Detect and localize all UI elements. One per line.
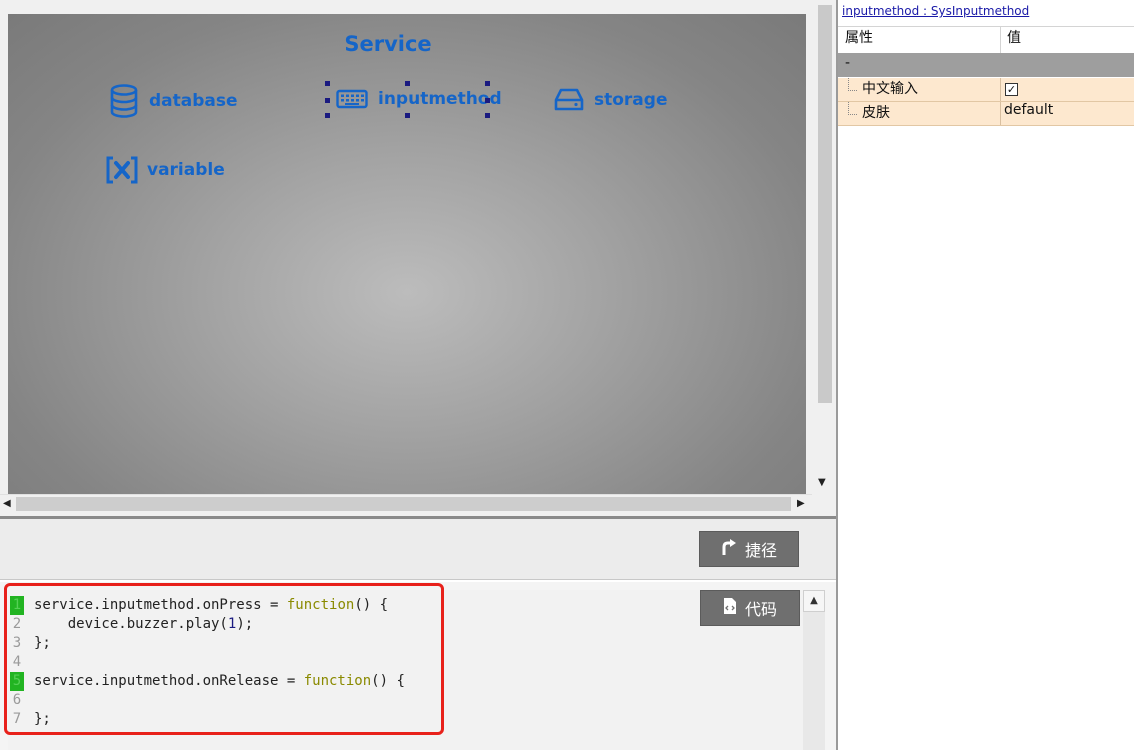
service-item-inputmethod[interactable]: inputmethod bbox=[336, 88, 502, 110]
column-divider bbox=[1000, 102, 1001, 125]
property-group-row[interactable]: - bbox=[838, 53, 1134, 77]
selection-handle-bottom-right[interactable] bbox=[485, 113, 490, 118]
keyboard-icon bbox=[336, 88, 368, 110]
selection-handle-top-left[interactable] bbox=[325, 81, 330, 86]
group-collapse-toggle[interactable]: - bbox=[845, 55, 850, 71]
object-type-link[interactable]: inputmethod : SysInputmethod bbox=[842, 4, 1029, 18]
property-name: 皮肤 bbox=[862, 105, 890, 121]
shortcut-button-label: 捷径 bbox=[744, 541, 777, 560]
code-file-icon bbox=[723, 597, 737, 619]
scroll-up-arrow-icon: ▲ bbox=[810, 595, 818, 606]
code-button[interactable]: 代码 bbox=[700, 590, 800, 626]
property-row-chinese-input[interactable]: 中文输入 ✓ bbox=[838, 78, 1134, 102]
hard-drive-icon bbox=[554, 87, 584, 113]
scroll-right-arrow-icon[interactable]: ▶ bbox=[797, 499, 805, 509]
selection-handle-middle-left[interactable] bbox=[325, 98, 330, 103]
scroll-down-arrow-icon[interactable]: ▼ bbox=[818, 478, 826, 488]
service-item-database[interactable]: database bbox=[109, 84, 238, 118]
tree-connector bbox=[848, 78, 857, 91]
code-vertical-scrollbar[interactable] bbox=[803, 590, 825, 750]
property-grid-header: 属性 值 bbox=[838, 26, 1134, 54]
code-highlight-box bbox=[4, 583, 444, 735]
database-icon bbox=[109, 84, 139, 118]
selection-handle-middle-right[interactable] bbox=[485, 98, 490, 103]
header-property: 属性 bbox=[845, 30, 873, 46]
service-label-database: database bbox=[149, 91, 238, 111]
shortcut-arrow-icon bbox=[721, 538, 737, 560]
design-canvas[interactable]: Service database inputmethod storage var… bbox=[8, 14, 806, 494]
code-button-label: 代码 bbox=[744, 600, 777, 619]
variable-icon bbox=[105, 155, 139, 185]
canvas-vertical-scroll-thumb[interactable] bbox=[818, 5, 832, 403]
designer-pane: Service database inputmethod storage var… bbox=[0, 0, 836, 750]
selection-handle-top-right[interactable] bbox=[485, 81, 490, 86]
service-label-variable: variable bbox=[147, 160, 225, 180]
column-divider bbox=[1000, 78, 1001, 101]
canvas-title: Service bbox=[344, 32, 432, 56]
selection-handle-top-middle[interactable] bbox=[405, 81, 410, 86]
scroll-left-arrow-icon[interactable]: ◀ bbox=[3, 499, 11, 509]
selection-handle-bottom-middle[interactable] bbox=[405, 113, 410, 118]
property-row-skin[interactable]: 皮肤 default bbox=[838, 102, 1134, 126]
service-label-storage: storage bbox=[594, 90, 668, 110]
tree-connector bbox=[848, 102, 857, 115]
header-divider[interactable] bbox=[1000, 27, 1001, 53]
code-scroll-up-button[interactable]: ▲ bbox=[803, 590, 825, 612]
header-value: 值 bbox=[1007, 30, 1021, 46]
property-name: 中文输入 bbox=[862, 81, 918, 97]
service-item-variable[interactable]: variable bbox=[105, 155, 225, 185]
chinese-input-checkbox[interactable]: ✓ bbox=[1005, 83, 1018, 96]
service-label-inputmethod: inputmethod bbox=[378, 89, 502, 109]
shortcut-button[interactable]: 捷径 bbox=[699, 531, 799, 567]
service-item-storage[interactable]: storage bbox=[554, 87, 667, 113]
skin-value[interactable]: default bbox=[1004, 102, 1053, 125]
selection-handle-bottom-left[interactable] bbox=[325, 113, 330, 118]
canvas-horizontal-scroll-thumb[interactable] bbox=[16, 497, 791, 511]
